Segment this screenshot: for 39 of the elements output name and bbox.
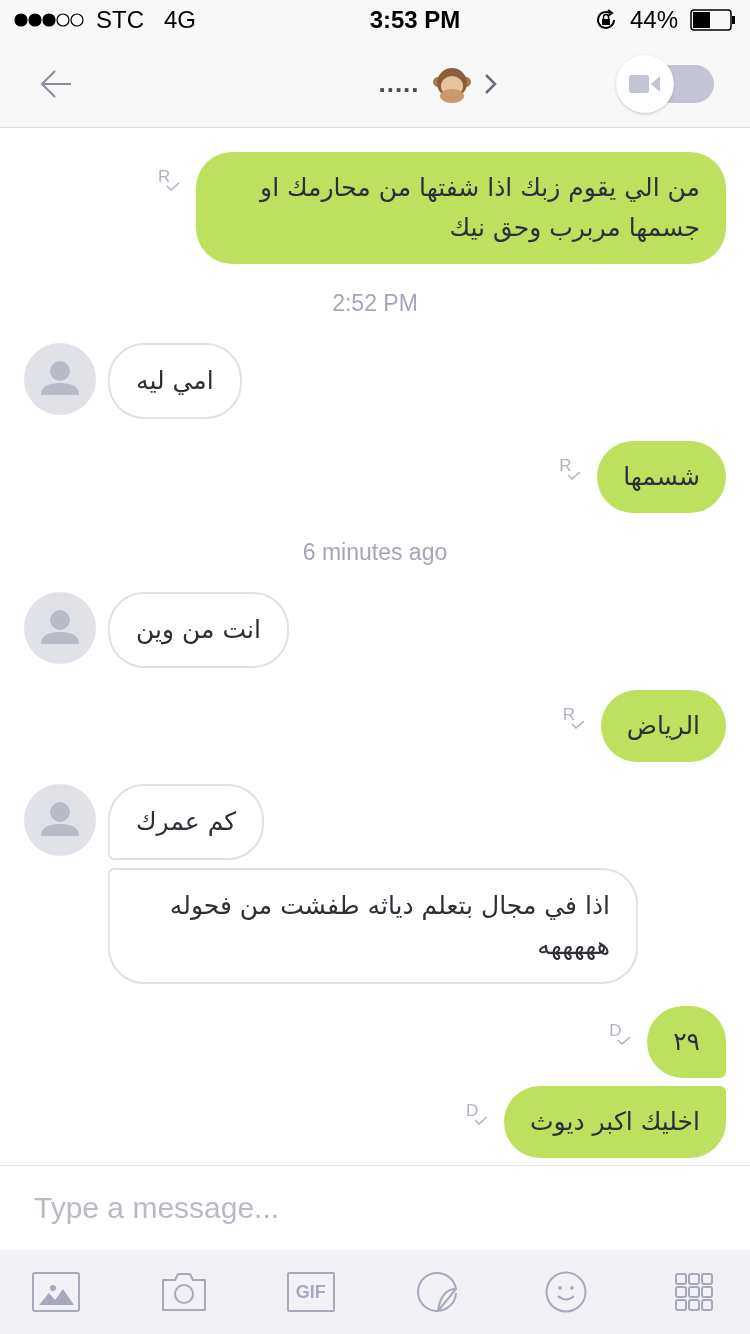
receipt-letter: R xyxy=(562,706,576,724)
image-icon xyxy=(32,1272,80,1312)
message-bubble: شسمها xyxy=(597,441,726,513)
battery-icon xyxy=(690,9,736,31)
message-bubble: الرياض xyxy=(600,690,726,762)
avatar xyxy=(24,592,96,664)
clock: 3:53 PM xyxy=(369,6,461,34)
avatar xyxy=(24,343,96,415)
message-bubble: امي ليه xyxy=(108,343,242,419)
receipt-letter: D xyxy=(466,1102,479,1120)
receipt-letter: R xyxy=(158,168,171,186)
chevron-right-icon xyxy=(483,72,498,95)
check-icon xyxy=(567,471,582,481)
contact-name[interactable]: ..... xyxy=(378,68,420,99)
message-bubble: اذا في مجال بتعلم دياثه طفشت من فحوله هههههه xyxy=(108,868,638,984)
network-type: 4G xyxy=(164,6,196,34)
receipt-letter: R xyxy=(559,457,572,475)
message-bubble: انت من وين xyxy=(108,592,289,668)
signal-icon xyxy=(14,13,84,27)
check-icon xyxy=(617,1036,632,1046)
camera-icon xyxy=(160,1272,209,1312)
sticker-icon xyxy=(416,1271,459,1313)
smiley-icon xyxy=(544,1271,587,1313)
battery-percent: 44% xyxy=(629,6,678,34)
receipt-letter: D xyxy=(609,1022,622,1040)
check-icon xyxy=(570,720,585,730)
check-icon xyxy=(166,182,180,192)
message-bubble: كم عمرك xyxy=(108,784,265,860)
grid-icon xyxy=(674,1273,713,1311)
back-arrow-icon[interactable] xyxy=(40,68,72,99)
timestamp: 6 minutes ago xyxy=(302,539,448,566)
carrier-name: STC xyxy=(96,6,144,34)
message-bubble: من الي يقوم زبك اذا شفتها من محارمك او جسمها مربرب وحق نيك xyxy=(196,152,726,264)
video-camera-icon xyxy=(629,73,661,94)
message-bubble: اخليك اكبر ديوث xyxy=(504,1086,726,1158)
avatar xyxy=(24,784,96,856)
message-bubble: ٢٩ xyxy=(647,1006,726,1078)
timestamp: 2:52 PM xyxy=(332,290,418,317)
check-icon xyxy=(474,1116,489,1126)
